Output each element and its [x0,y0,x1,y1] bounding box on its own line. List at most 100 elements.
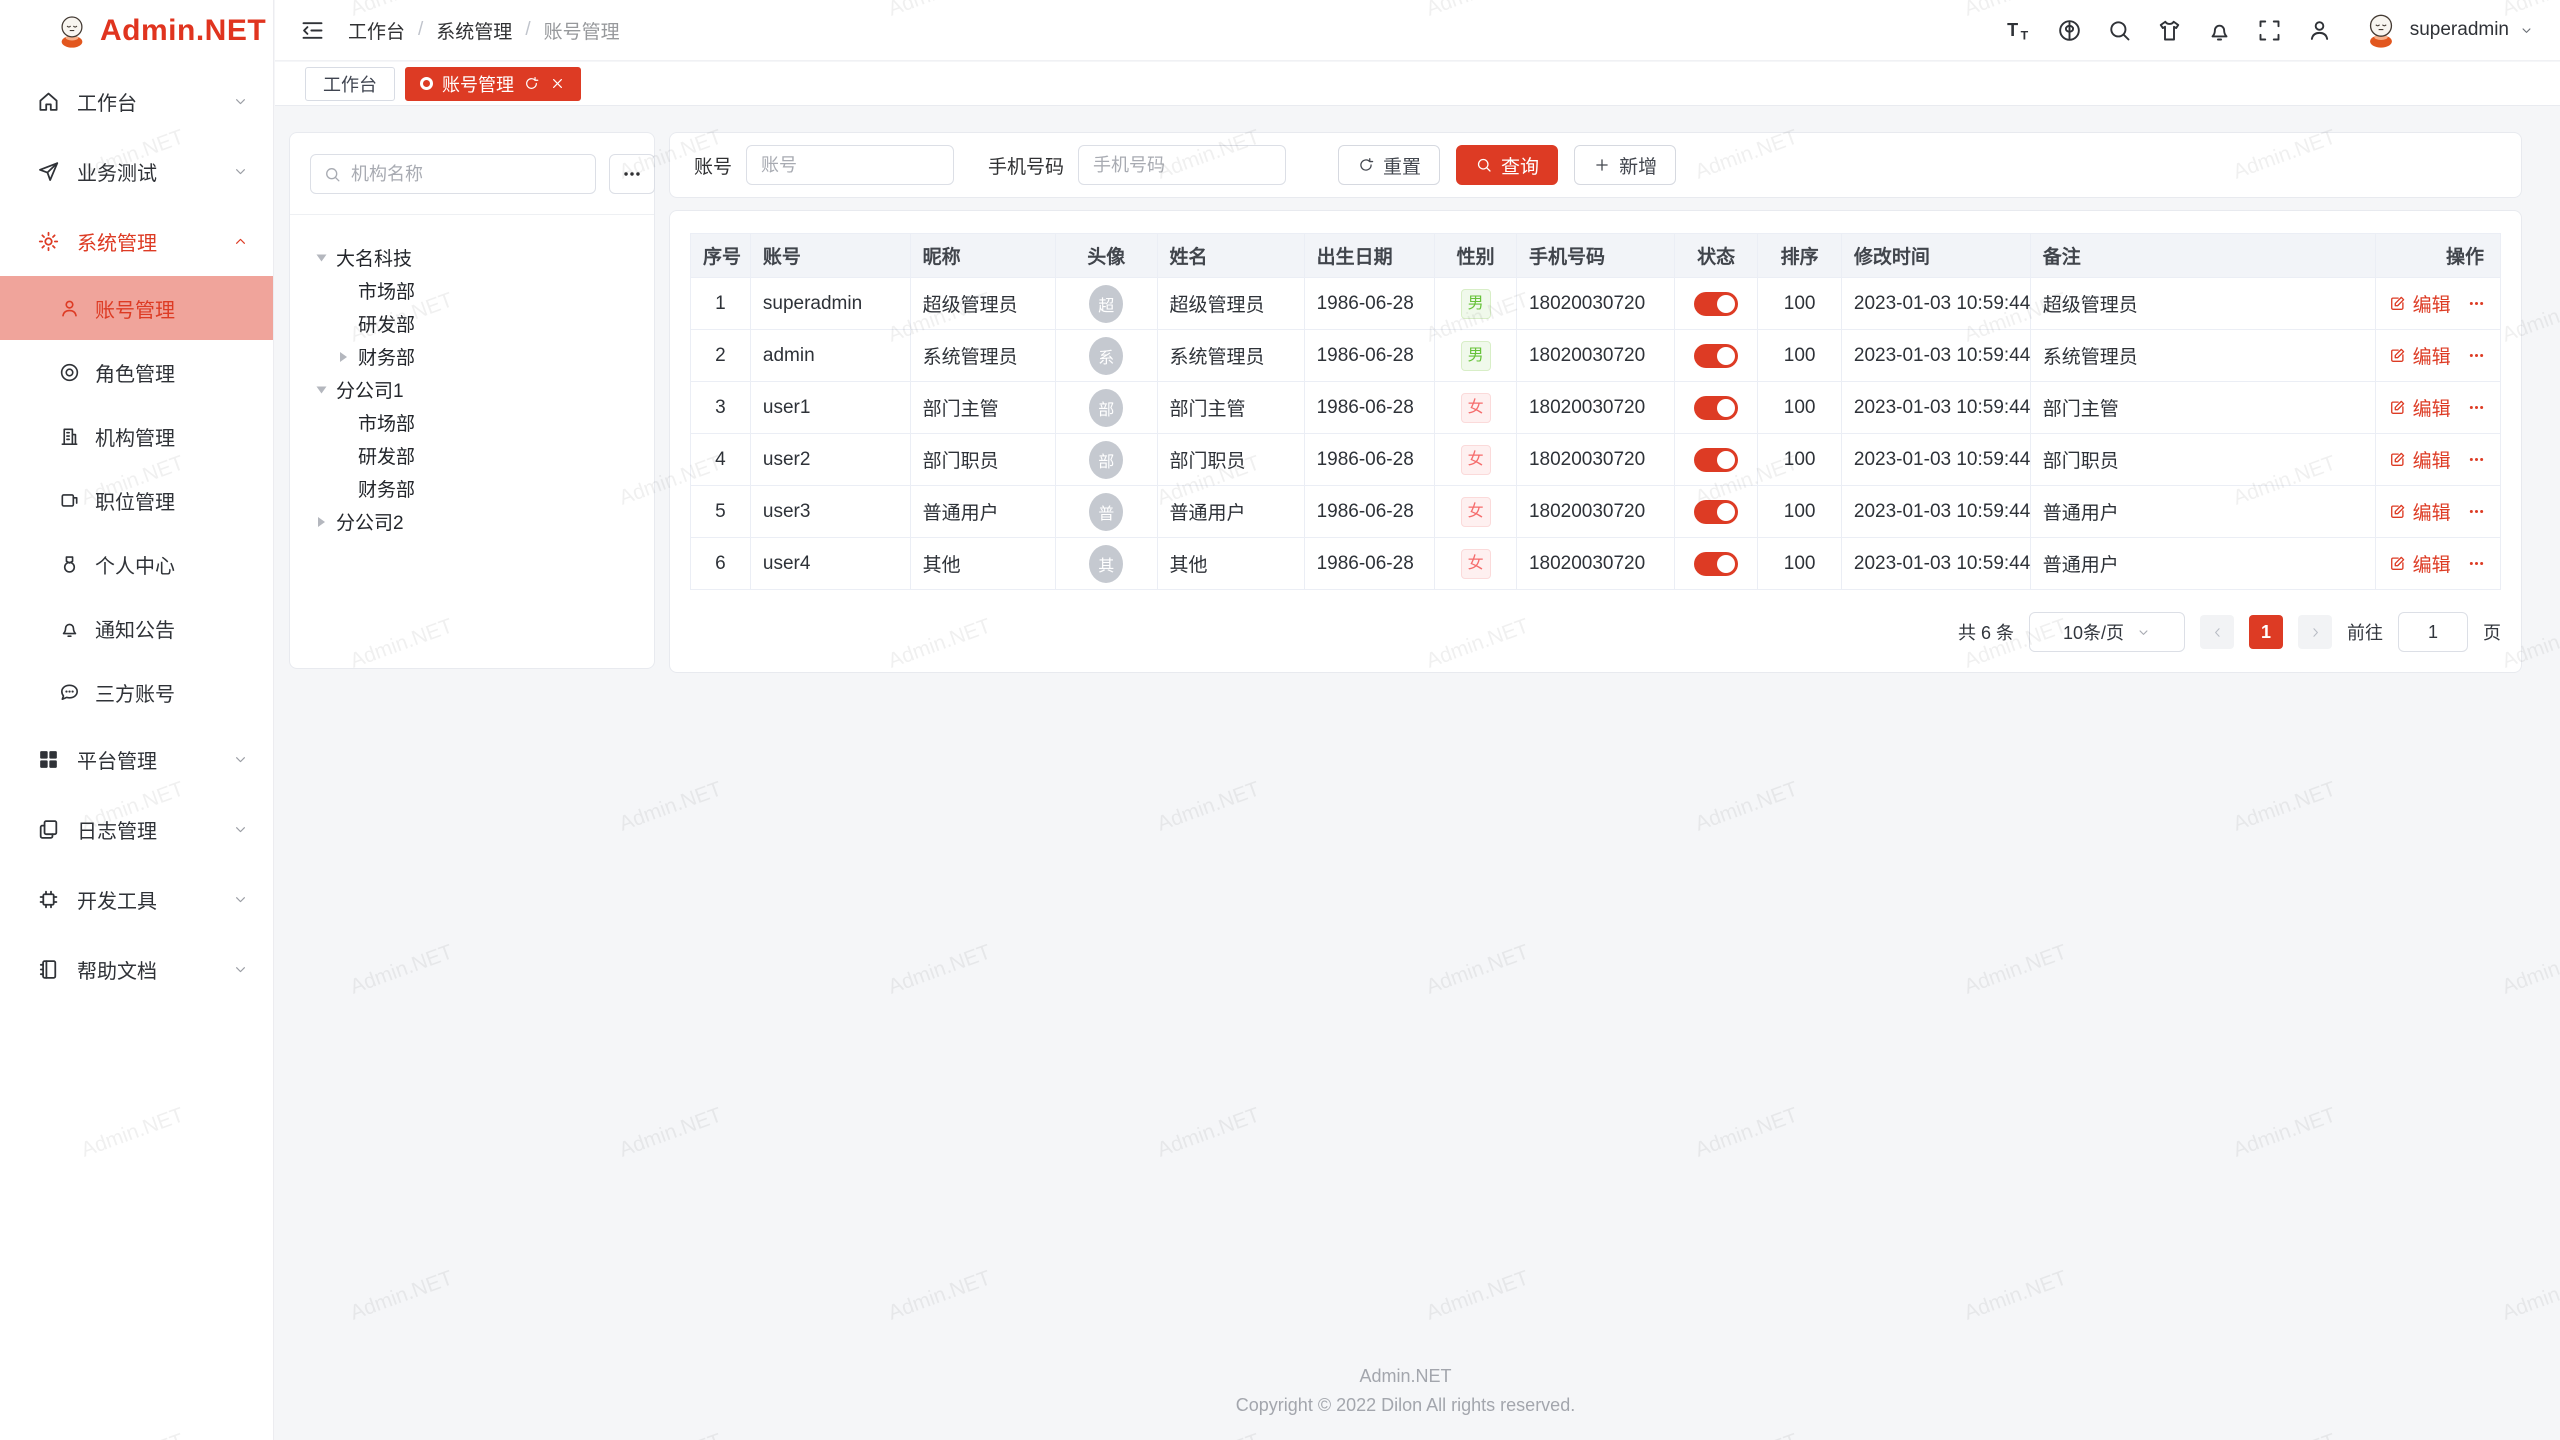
tab-workbench[interactable]: 工作台 [305,67,395,101]
tree-node[interactable]: 市场部 [302,406,642,439]
prev-page-button[interactable] [2200,615,2234,649]
row-more-button[interactable] [2467,294,2486,313]
person-icon[interactable] [2306,17,2333,44]
footer-copyright: Copyright © 2022 Dilon All rights reserv… [289,1391,2522,1420]
sidebar-item-org-management[interactable]: 机构管理 [0,404,273,468]
goto-page-input[interactable] [2398,612,2468,652]
edit-button[interactable]: 编辑 [2388,446,2451,473]
cell-remark: 系统管理员 [2030,330,2375,382]
status-toggle[interactable] [1694,500,1738,524]
search-icon [323,165,342,184]
sidebar-item-dev-tools[interactable]: 开发工具 [0,864,273,934]
sidebar-item-third-party-account[interactable]: 三方账号 [0,660,273,724]
refresh-tab-icon[interactable] [523,75,540,92]
edit-button[interactable]: 编辑 [2388,394,2451,421]
tree-caret-icon[interactable] [318,253,336,263]
status-toggle[interactable] [1694,448,1738,472]
cell-actions: 编辑 [2375,538,2500,590]
breadcrumb-item-system[interactable]: 系统管理 [436,17,512,44]
app-logo[interactable]: Admin.NET [0,0,273,62]
chat-icon [58,681,81,704]
close-tab-icon[interactable] [549,75,566,92]
cell-order: 100 [1758,278,1842,330]
cell-avatar: 普 [1055,486,1157,538]
breadcrumb-item-workbench[interactable]: 工作台 [348,17,405,44]
tree-more-button[interactable] [609,154,655,194]
cell-modified-time: 2023-01-03 10:59:44 [1841,486,2030,538]
notification-icon[interactable] [2206,17,2233,44]
tree-node[interactable]: 分公司1 [302,373,642,406]
row-more-button[interactable] [2467,502,2486,521]
reset-button[interactable]: 重置 [1338,145,1440,185]
row-more-button[interactable] [2467,554,2486,573]
fontsize-icon[interactable]: TT [2006,17,2033,44]
tree-node[interactable]: 研发部 [302,307,642,340]
phone-input[interactable] [1078,145,1286,185]
status-toggle[interactable] [1694,292,1738,316]
page-size-select[interactable]: 10条/页 [2029,612,2185,652]
cell-status [1674,330,1758,382]
sidebar-item-system-management[interactable]: 系统管理 [0,206,273,276]
svg-text:T: T [2020,28,2028,42]
search-button[interactable]: 查询 [1456,145,1558,185]
tree-node[interactable]: 市场部 [302,274,642,307]
theme-icon[interactable] [2156,17,2183,44]
edit-button[interactable]: 编辑 [2388,342,2451,369]
sidebar-item-platform-management[interactable]: 平台管理 [0,724,273,794]
sidebar-item-workbench[interactable]: 工作台 [0,66,273,136]
username: superadmin [2410,19,2509,41]
cell-phone: 18020030720 [1516,434,1674,486]
edit-icon [2388,346,2407,365]
tab-label: 账号管理 [442,71,514,97]
user-menu[interactable]: superadmin [2362,11,2534,49]
tree-caret-icon[interactable] [318,517,336,527]
tree-caret-icon[interactable] [340,352,358,362]
tree-node[interactable]: 分公司2 [302,505,642,538]
sidebar-item-position-management[interactable]: 职位管理 [0,468,273,532]
status-toggle[interactable] [1694,344,1738,368]
tree-node[interactable]: 大名科技 [302,241,642,274]
status-toggle[interactable] [1694,396,1738,420]
cell-modified-time: 2023-01-03 10:59:44 [1841,382,2030,434]
row-more-button[interactable] [2467,346,2486,365]
tab-account-management[interactable]: 账号管理 [405,67,581,101]
org-tree-panel: 大名科技市场部研发部财务部分公司1市场部研发部财务部分公司2 [289,132,655,669]
current-page-button[interactable]: 1 [2249,615,2283,649]
tree-node[interactable]: 财务部 [302,472,642,505]
cell-order: 100 [1758,486,1842,538]
collapse-sidebar-icon[interactable] [299,17,326,44]
cell-phone: 18020030720 [1516,278,1674,330]
edit-button[interactable]: 编辑 [2388,550,2451,577]
sidebar-item-notice[interactable]: 通知公告 [0,596,273,660]
cell-name: 其他 [1157,538,1304,590]
row-more-button[interactable] [2467,450,2486,469]
avatar: 部 [1089,389,1123,427]
sidebar-item-log-management[interactable]: 日志管理 [0,794,273,864]
tree-caret-icon[interactable] [318,385,336,395]
org-search-input[interactable] [351,164,583,185]
sidebar-item-account-management[interactable]: 账号管理 [0,276,273,340]
edit-button[interactable]: 编辑 [2388,498,2451,525]
search-icon[interactable] [2106,17,2133,44]
tree-node[interactable]: 财务部 [302,340,642,373]
sidebar-item-role-management[interactable]: 角色管理 [0,340,273,404]
status-toggle[interactable] [1694,552,1738,576]
cell-modified-time: 2023-01-03 10:59:44 [1841,330,2030,382]
gender-badge: 女 [1461,497,1491,527]
sidebar-item-help-docs[interactable]: 帮助文档 [0,934,273,1004]
sidebar-item-business-test[interactable]: 业务测试 [0,136,273,206]
sidebar-item-label: 工作台 [77,87,232,116]
chevron-down-icon [232,891,249,908]
next-page-button[interactable] [2298,615,2332,649]
table-row: 2admin系统管理员系系统管理员1986-06-28男180200307201… [691,330,2501,382]
chevron-down-icon [232,93,249,110]
fullscreen-icon[interactable] [2256,17,2283,44]
add-button[interactable]: 新增 [1574,145,1676,185]
cell-remark: 普通用户 [2030,538,2375,590]
sidebar-item-personal-center[interactable]: 个人中心 [0,532,273,596]
language-icon[interactable] [2056,17,2083,44]
account-input[interactable] [746,145,954,185]
tree-node[interactable]: 研发部 [302,439,642,472]
edit-button[interactable]: 编辑 [2388,290,2451,317]
row-more-button[interactable] [2467,398,2486,417]
